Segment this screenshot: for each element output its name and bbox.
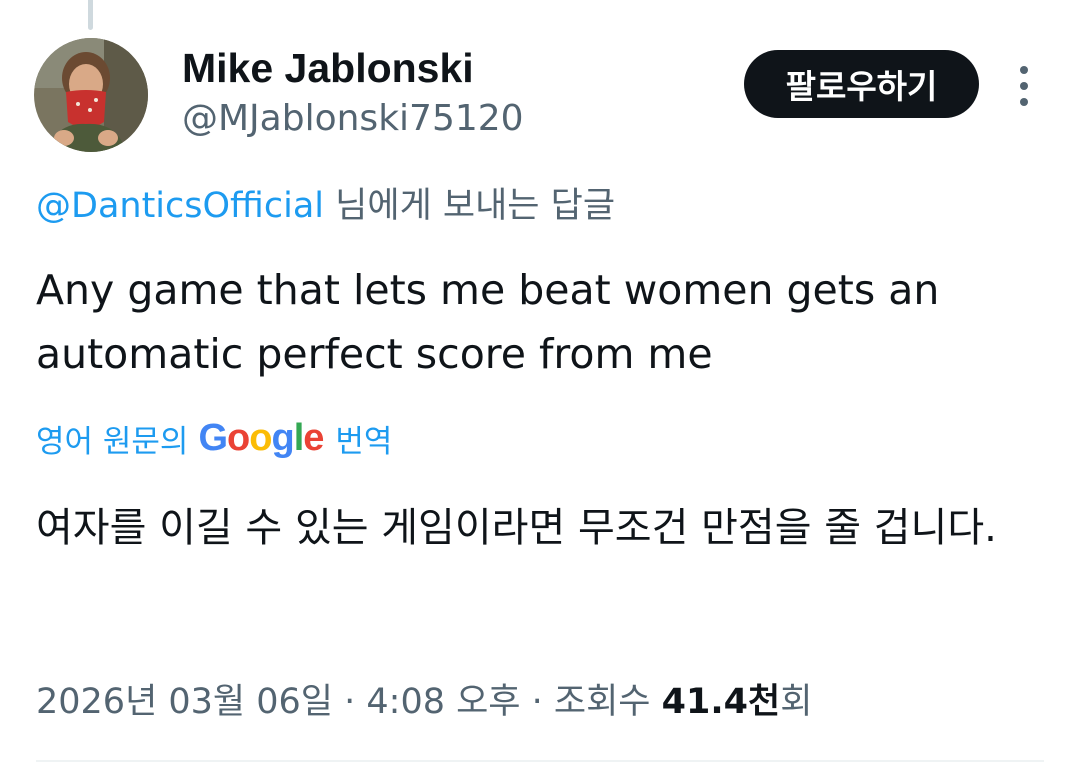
views-label: 조회수 [553,682,662,722]
tweet-text: Any game that lets me beat women gets an… [36,266,940,378]
follow-button[interactable]: 팔로우하기 [744,50,979,118]
reply-context-suffix: 님에게 보내는 답글 [324,186,616,226]
views-suffix: 회 [780,682,813,722]
thread-connector-line [88,0,93,30]
google-logo: Google [198,417,324,459]
meta-separator: · [520,682,554,722]
tweet-metadata: 2026년 03월 06일 · 4:08 오후 · 조회수 41.4천회 [36,676,812,728]
reply-context: @DanticsOfficial 님에게 보내는 답글 [36,182,615,230]
translated-text: 여자를 이길 수 있는 게임이라면 무조건 만점을 줄 겁니다. [36,505,997,551]
divider [36,760,1044,762]
more-vertical-icon [1020,66,1028,106]
avatar-image [34,38,148,152]
reply-mention-link[interactable]: @DanticsOfficial [36,186,324,226]
translation-suffix: 번역 [335,423,393,460]
author-display-name[interactable]: Mike Jablonski [182,44,474,92]
views-count: 41.4천 [661,682,781,722]
translate-link[interactable]: 영어 원문의 Google 번역 [36,414,392,462]
more-options-button[interactable] [1007,60,1041,112]
translation-prefix: 영어 원문의 [36,423,189,460]
tweet-date[interactable]: 2026년 03월 06일 [36,682,333,722]
author-handle[interactable]: @MJablonski75120 [182,96,524,142]
meta-separator: · [333,682,367,722]
tweet-time[interactable]: 4:08 오후 [366,682,520,722]
avatar[interactable] [34,38,148,152]
